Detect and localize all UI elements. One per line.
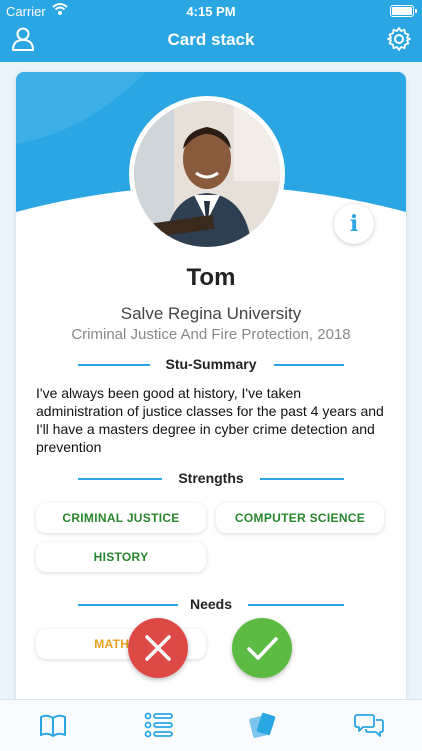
reject-button[interactable] <box>128 618 188 678</box>
cards-icon[interactable] <box>248 710 278 740</box>
list-icon[interactable] <box>144 710 174 740</box>
divider <box>78 604 178 606</box>
info-button[interactable]: i <box>334 204 374 244</box>
strengths-section-header: Strengths <box>16 470 406 486</box>
battery-icon <box>390 5 417 17</box>
status-bar: Carrier 4:15 PM <box>0 0 422 22</box>
summary-heading: Stu-Summary <box>165 356 257 372</box>
summary-text: I've always been good at history, I've t… <box>36 385 384 455</box>
gear-icon[interactable] <box>386 26 412 52</box>
accept-button[interactable] <box>232 618 292 678</box>
tab-bar <box>0 699 422 751</box>
university-label: Salve Regina University <box>120 304 302 323</box>
divider <box>78 364 150 366</box>
profile-name: Tom <box>186 264 236 291</box>
divider <box>260 478 344 480</box>
page-title: Card stack <box>167 30 255 49</box>
x-icon <box>145 635 171 661</box>
chat-icon[interactable] <box>354 710 384 740</box>
major-label: Criminal Justice And Fire Protection, 20… <box>71 326 351 343</box>
divider <box>248 604 344 606</box>
needs-section-header: Needs <box>16 596 406 612</box>
strength-chip[interactable]: CRIMINAL JUSTICE <box>36 503 206 533</box>
profile-photo <box>134 101 280 247</box>
summary-section-header: Stu-Summary <box>16 356 406 372</box>
divider <box>274 364 344 366</box>
strengths-heading: Strengths <box>178 470 244 486</box>
status-time: 4:15 PM <box>186 4 236 19</box>
needs-heading: Needs <box>189 596 233 612</box>
strength-chip[interactable]: HISTORY <box>36 542 206 572</box>
check-icon <box>247 637 278 660</box>
strength-chip[interactable]: COMPUTER SCIENCE <box>216 503 384 533</box>
profile-card[interactable]: i Tom Salve Regina University Criminal J… <box>16 72 406 712</box>
divider <box>78 478 162 480</box>
top-bar: Carrier 4:15 PM Card stack <box>0 0 422 62</box>
avatar <box>129 96 285 252</box>
book-icon[interactable] <box>38 710 68 740</box>
